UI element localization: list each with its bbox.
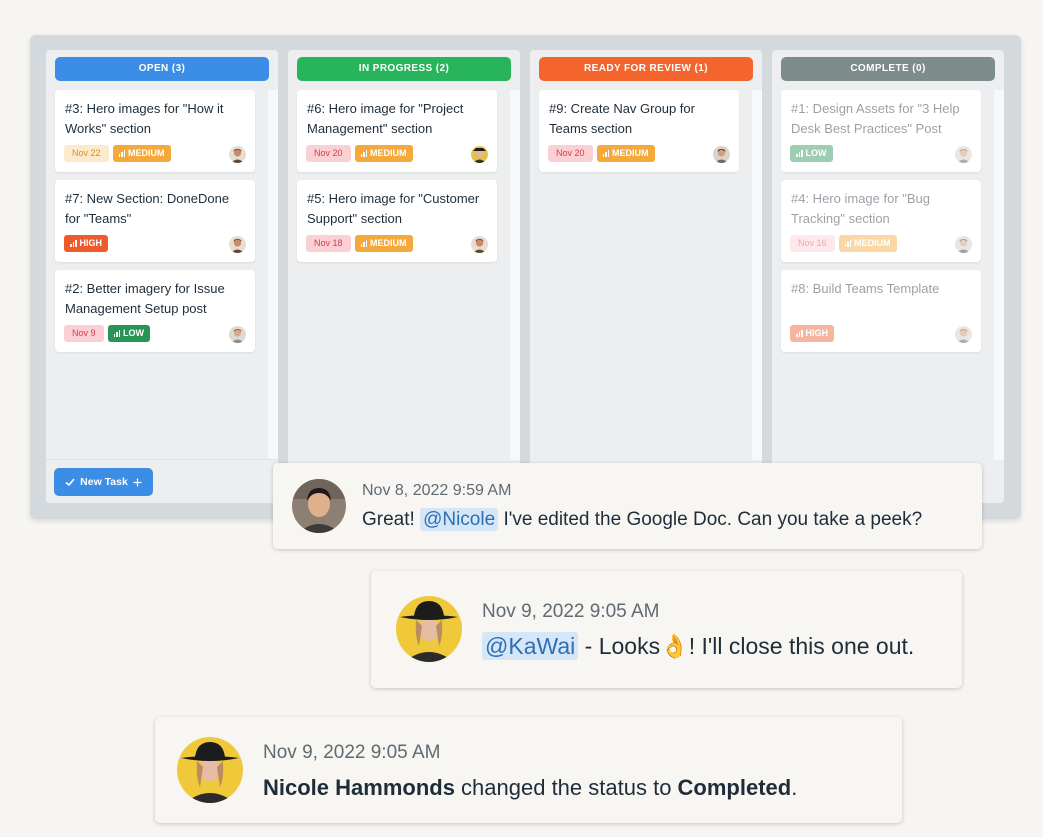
status-timestamp: Nov 9, 2022 9:05 AM [263, 742, 441, 763]
card-title: #9: Create Nav Group for Teams section [549, 101, 695, 136]
status-body: Nicole Hammonds changed the status to Co… [263, 775, 798, 800]
priority-bars-icon [360, 150, 368, 157]
priority-badge: MEDIUM [354, 235, 413, 252]
new-task-button[interactable]: New Task [54, 468, 153, 496]
due-date-badge: Nov 16 [790, 235, 835, 252]
column-ready-for-review: READY FOR REVIEW (1) #9: Create Nav Grou… [530, 50, 762, 503]
column-footer: New Task [46, 459, 278, 502]
priority-badge: LOW [107, 325, 151, 342]
column-complete: COMPLETE (0) #1: Design Assets for "3 He… [772, 50, 1004, 503]
commenter-avatar[interactable] [396, 596, 462, 662]
task-card-6[interactable]: #6: Hero image for "Project Management" … [297, 90, 497, 172]
new-task-label: New Task [80, 476, 128, 488]
commenter-avatar[interactable] [177, 737, 243, 803]
column-header-in-progress[interactable]: IN PROGRESS (2) [297, 57, 511, 81]
comment-timestamp: Nov 9, 2022 9:05 AM [482, 601, 660, 622]
column-header-complete[interactable]: COMPLETE (0) [781, 57, 995, 81]
comment-timestamp: Nov 8, 2022 9:59 AM [362, 482, 512, 499]
status-change-card: Nov 9, 2022 9:05 AM Nicole Hammonds chan… [155, 717, 902, 823]
priority-badge: LOW [790, 145, 833, 162]
mention-link[interactable]: @KaWai [482, 632, 579, 660]
comment-card: Nov 9, 2022 9:05 AM @KaWai - Looks👌! I'l… [371, 571, 962, 688]
priority-bars-icon [118, 150, 126, 157]
plus-icon [133, 478, 142, 486]
due-date-badge: Nov 20 [548, 145, 593, 162]
task-card-3[interactable]: #3: Hero images for "How it Works" secti… [55, 90, 255, 172]
card-title: #4: Hero image for "Bug Tracking" sectio… [791, 191, 931, 226]
priority-badge: MEDIUM [354, 145, 413, 162]
priority-bars-icon [602, 150, 610, 157]
comment-body: Great! @Nicole I've edited the Google Do… [362, 508, 923, 531]
priority-badge: HIGH [64, 235, 108, 252]
commenter-avatar[interactable] [292, 479, 346, 533]
check-icon [65, 478, 75, 487]
task-card-7[interactable]: #7: New Section: DoneDone for "Teams" HI… [55, 180, 255, 262]
column-header-ready-for-review[interactable]: READY FOR REVIEW (1) [539, 57, 753, 81]
priority-badge: MEDIUM [596, 145, 655, 162]
assignee-avatar[interactable] [229, 236, 246, 253]
task-card-5[interactable]: #5: Hero image for "Customer Support" se… [297, 180, 497, 262]
priority-badge: MEDIUM [112, 145, 171, 162]
task-card-4[interactable]: #4: Hero image for "Bug Tracking" sectio… [781, 180, 981, 262]
card-title: #6: Hero image for "Project Management" … [307, 101, 464, 136]
kanban-board: OPEN (3) #3: Hero images for "How it Wor… [30, 35, 1021, 519]
comment-body: @KaWai - Looks👌! I'll close this one out… [482, 632, 914, 660]
priority-bars-icon [113, 330, 121, 337]
due-date-badge: Nov 18 [306, 235, 351, 252]
task-card-2[interactable]: #2: Better imagery for Issue Management … [55, 270, 255, 352]
card-title: #1: Design Assets for "3 Help Desk Best … [791, 101, 960, 136]
column-in-progress: IN PROGRESS (2) #6: Hero image for "Proj… [288, 50, 520, 503]
status-value: Completed [677, 775, 792, 800]
assignee-avatar[interactable] [955, 326, 972, 343]
column-scrollbar[interactable] [268, 90, 278, 460]
task-card-1[interactable]: #1: Design Assets for "3 Help Desk Best … [781, 90, 981, 172]
task-card-9[interactable]: #9: Create Nav Group for Teams section N… [539, 90, 739, 172]
assignee-avatar[interactable] [471, 146, 488, 163]
card-title: #5: Hero image for "Customer Support" se… [307, 191, 480, 226]
due-date-badge: Nov 20 [306, 145, 351, 162]
due-date-badge: Nov 9 [64, 325, 104, 342]
due-date-badge: Nov 22 [64, 145, 109, 162]
priority-bars-icon [796, 330, 803, 337]
assignee-avatar[interactable] [955, 146, 972, 163]
column-open: OPEN (3) #3: Hero images for "How it Wor… [46, 50, 278, 503]
comment-card: Nov 8, 2022 9:59 AM Great! @Nicole I've … [273, 463, 982, 549]
column-header-open[interactable]: OPEN (3) [55, 57, 269, 81]
ok-hand-emoji-icon: 👌 [660, 633, 689, 659]
assignee-avatar[interactable] [229, 326, 246, 343]
card-title: #7: New Section: DoneDone for "Teams" [65, 191, 230, 226]
card-title: #3: Hero images for "How it Works" secti… [65, 101, 224, 136]
user-name[interactable]: Nicole Hammonds [263, 775, 455, 800]
assignee-avatar[interactable] [713, 146, 730, 163]
task-card-8[interactable]: #8: Build Teams Template HIGH [781, 270, 981, 352]
mention-link[interactable]: @Nicole [420, 508, 499, 531]
assignee-avatar[interactable] [955, 236, 972, 253]
column-scrollbar[interactable] [510, 90, 520, 460]
priority-bars-icon [360, 240, 368, 247]
priority-badge: HIGH [790, 325, 834, 342]
priority-bars-icon [70, 240, 77, 247]
priority-badge: MEDIUM [838, 235, 897, 252]
column-scrollbar[interactable] [994, 90, 1004, 460]
column-scrollbar[interactable] [752, 90, 762, 460]
card-title: #2: Better imagery for Issue Management … [65, 281, 225, 316]
priority-bars-icon [844, 240, 852, 247]
priority-bars-icon [796, 150, 803, 157]
assignee-avatar[interactable] [471, 236, 488, 253]
assignee-avatar[interactable] [229, 146, 246, 163]
card-title: #8: Build Teams Template [791, 281, 940, 296]
